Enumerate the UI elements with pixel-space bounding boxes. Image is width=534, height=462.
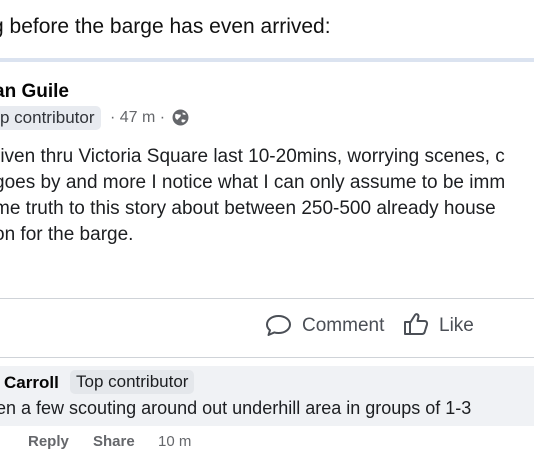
thumbs-up-icon[interactable] [403, 312, 429, 336]
comment-text: en a few scouting around out underhill a… [0, 398, 472, 418]
top-contributor-badge: Top contributor [70, 370, 195, 394]
globe-icon [172, 109, 189, 126]
comment-icon[interactable] [265, 314, 292, 337]
divider [0, 298, 534, 299]
comment-actions: e Reply Share 10 m [0, 433, 534, 453]
comment-author-name[interactable]: Carroll [4, 373, 59, 393]
like-button[interactable]: Like [439, 315, 474, 337]
top-contributor-badge: p contributor [0, 106, 101, 130]
post-body-line: riven thru Victoria Square last 10-20min… [0, 146, 505, 167]
post-body-line: me truth to this story about between 250… [0, 198, 496, 219]
divider [0, 357, 534, 358]
post-body-line: goes by and more I notice what I can onl… [0, 172, 506, 193]
post-author-name[interactable]: an Guile [0, 81, 69, 103]
comment-share-link[interactable]: Share [93, 433, 135, 450]
post-body-line: on for the barge. [0, 224, 134, 245]
comment-button[interactable]: Comment [302, 315, 384, 337]
comment-timestamp[interactable]: 10 m [158, 433, 191, 450]
comment-reply-link[interactable]: Reply [28, 433, 69, 450]
post-timestamp[interactable]: · 47 m · [110, 109, 165, 127]
post-caption: g before the barge has even arrived: [0, 15, 331, 38]
